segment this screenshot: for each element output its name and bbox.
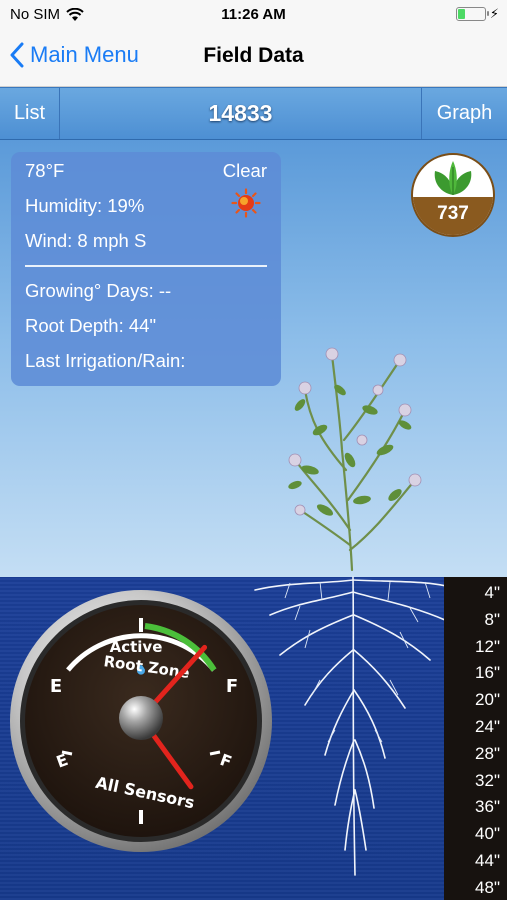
depth-label: 48" xyxy=(475,877,500,897)
weather-divider xyxy=(25,265,267,267)
root-depth-text: Root Depth: 44" xyxy=(25,315,157,336)
depth-label: 12" xyxy=(475,636,500,656)
depth-label: 20" xyxy=(475,690,500,710)
depth-label: 32" xyxy=(475,770,500,790)
depth-label: 8" xyxy=(484,609,501,629)
status-time: 11:26 AM xyxy=(221,6,286,23)
graph-button[interactable]: Graph xyxy=(421,88,507,139)
depth-label: 28" xyxy=(475,743,500,763)
field-toolbar: List 14833 Graph xyxy=(0,87,507,140)
gauge-empty-label-upper: E xyxy=(50,676,62,697)
depth-label: 16" xyxy=(475,663,500,683)
wind-text: Wind: 8 mph S xyxy=(25,230,147,251)
depth-label: 40" xyxy=(475,824,500,844)
list-button[interactable]: List xyxy=(0,88,60,139)
depth-scale: 4" 8" 12" 16" 20" 24" 28" 32" 36" 40" 44" 48" xyxy=(444,577,507,900)
depth-label: 36" xyxy=(475,797,500,817)
sun-icon xyxy=(231,188,261,218)
depth-label: 24" xyxy=(475,717,500,736)
weather-card: 78°F Clear Humidity: 19% Wind: 8 mph S G… xyxy=(11,152,281,386)
depth-label: 44" xyxy=(475,851,500,870)
growing-days-text: Growing° Days: -- xyxy=(25,280,172,301)
gauge-full-label-upper: F xyxy=(226,676,238,697)
crop-badge[interactable]: 737 xyxy=(411,153,495,237)
chevron-left-icon xyxy=(10,42,24,68)
humidity-text: Humidity: 19% xyxy=(25,195,145,216)
field-id: 14833 xyxy=(208,100,273,126)
main-menu-back-button[interactable]: Main Menu xyxy=(10,42,139,68)
depth-label: 4" xyxy=(484,583,501,602)
battery-icon xyxy=(455,7,489,21)
battery-fill xyxy=(457,9,465,19)
temperature-text: 78°F xyxy=(25,160,65,181)
condition-text: Clear xyxy=(222,160,267,181)
charging-icon: ⚡ xyxy=(489,6,499,21)
root-zone-gauge: ActiveRoot ZoneE FE FAll Sensors xyxy=(10,590,272,852)
back-button-label: Main Menu xyxy=(30,42,139,67)
crop-badge-value: 737 xyxy=(437,203,469,224)
gauge-hub xyxy=(119,696,163,740)
navigation-bar: Main Menu Field Data xyxy=(0,30,507,87)
status-bar: No SIM 11:26 AM ⚡ xyxy=(0,0,507,30)
status-right: ⚡ xyxy=(455,6,499,22)
last-irrigation-text: Last Irrigation/Rain: xyxy=(25,350,186,371)
plant-illustration xyxy=(254,347,456,876)
